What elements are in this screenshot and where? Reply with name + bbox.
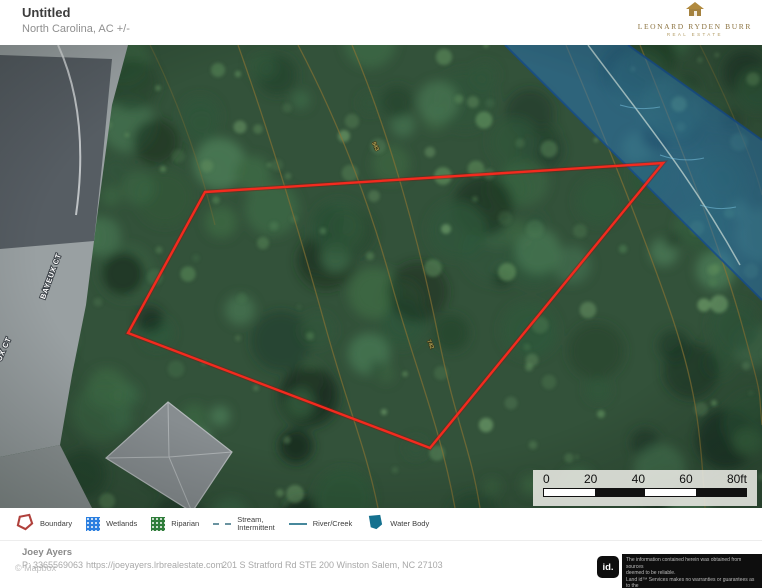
brand-logo: LEONARD RYDEN BURR REAL ESTATE: [638, 2, 752, 37]
land-id-logo: id.: [597, 556, 619, 578]
page-subtitle: North Carolina, AC +/-: [22, 23, 130, 35]
legend-item-stream-intermittent: Stream, Intermittent: [213, 516, 275, 533]
dashed-line-icon: [213, 523, 231, 525]
legend-label: Stream, Intermittent: [237, 516, 275, 533]
scale-tick: 20: [584, 472, 597, 487]
legend-label: Riparian: [171, 520, 199, 529]
scale-ticks: 0 20 40 60 80ft: [543, 472, 747, 487]
office-address: 201 S Stratford Rd STE 200 Winston Salem…: [222, 560, 443, 570]
agent-website[interactable]: https://joeyayers.lrbrealestate.com: [86, 560, 223, 570]
vignette: [0, 45, 762, 508]
agent-phone: P: 3365569063: [22, 560, 83, 570]
aerial-map: BAYEUX CT UX CT 943 742: [0, 45, 762, 508]
legend-item-river-creek: River/Creek: [289, 520, 353, 529]
scale-tick: 60: [679, 472, 692, 487]
scale-tick: 80ft: [727, 472, 747, 487]
legend-item-boundary: Boundary: [16, 513, 72, 536]
legend-label: River/Creek: [313, 520, 353, 529]
legend-label: Water Body: [390, 520, 429, 529]
brand-tagline: REAL ESTATE: [638, 32, 752, 37]
footer: Joey Ayers © Mapbox P: 3365569063 https:…: [0, 540, 762, 588]
scale-tick: 0: [543, 472, 550, 487]
legend-label: Wetlands: [106, 520, 137, 529]
header: Untitled North Carolina, AC +/- LEONARD …: [0, 0, 762, 45]
map-export-page: Untitled North Carolina, AC +/- LEONARD …: [0, 0, 762, 588]
brand-name: LEONARD RYDEN BURR: [638, 22, 752, 31]
boundary-outline-icon: [16, 513, 34, 536]
legend-item-riparian: Riparian: [151, 517, 199, 531]
disclaimer-line: deemed to be reliable.: [626, 570, 758, 577]
legend-item-water-body: Water Body: [366, 513, 429, 536]
solid-line-icon: [289, 523, 307, 525]
disclaimer-line: The information contained herein was obt…: [626, 557, 758, 570]
riparian-swatch-icon: [151, 517, 165, 531]
agent-name: Joey Ayers: [22, 547, 72, 558]
wetlands-swatch-icon: [86, 517, 100, 531]
scale-bar: 0 20 40 60 80ft: [533, 470, 757, 506]
legend-label: Boundary: [40, 520, 72, 529]
map-canvas[interactable]: BAYEUX CT UX CT 943 742 0 20 40 60 80ft: [0, 45, 762, 508]
scale-tick: 40: [632, 472, 645, 487]
disclaimer-line: Land id™ Services makes no warranties or…: [626, 577, 758, 588]
legend-item-wetlands: Wetlands: [86, 517, 137, 531]
house-icon: [684, 4, 706, 21]
map-legend: Boundary Wetlands Riparian Stream, Inter…: [0, 508, 762, 540]
scale-bar-segments: [543, 488, 747, 497]
page-title: Untitled: [22, 5, 70, 20]
disclaimer-box: The information contained herein was obt…: [622, 554, 762, 588]
water-body-swatch-icon: [366, 513, 384, 536]
